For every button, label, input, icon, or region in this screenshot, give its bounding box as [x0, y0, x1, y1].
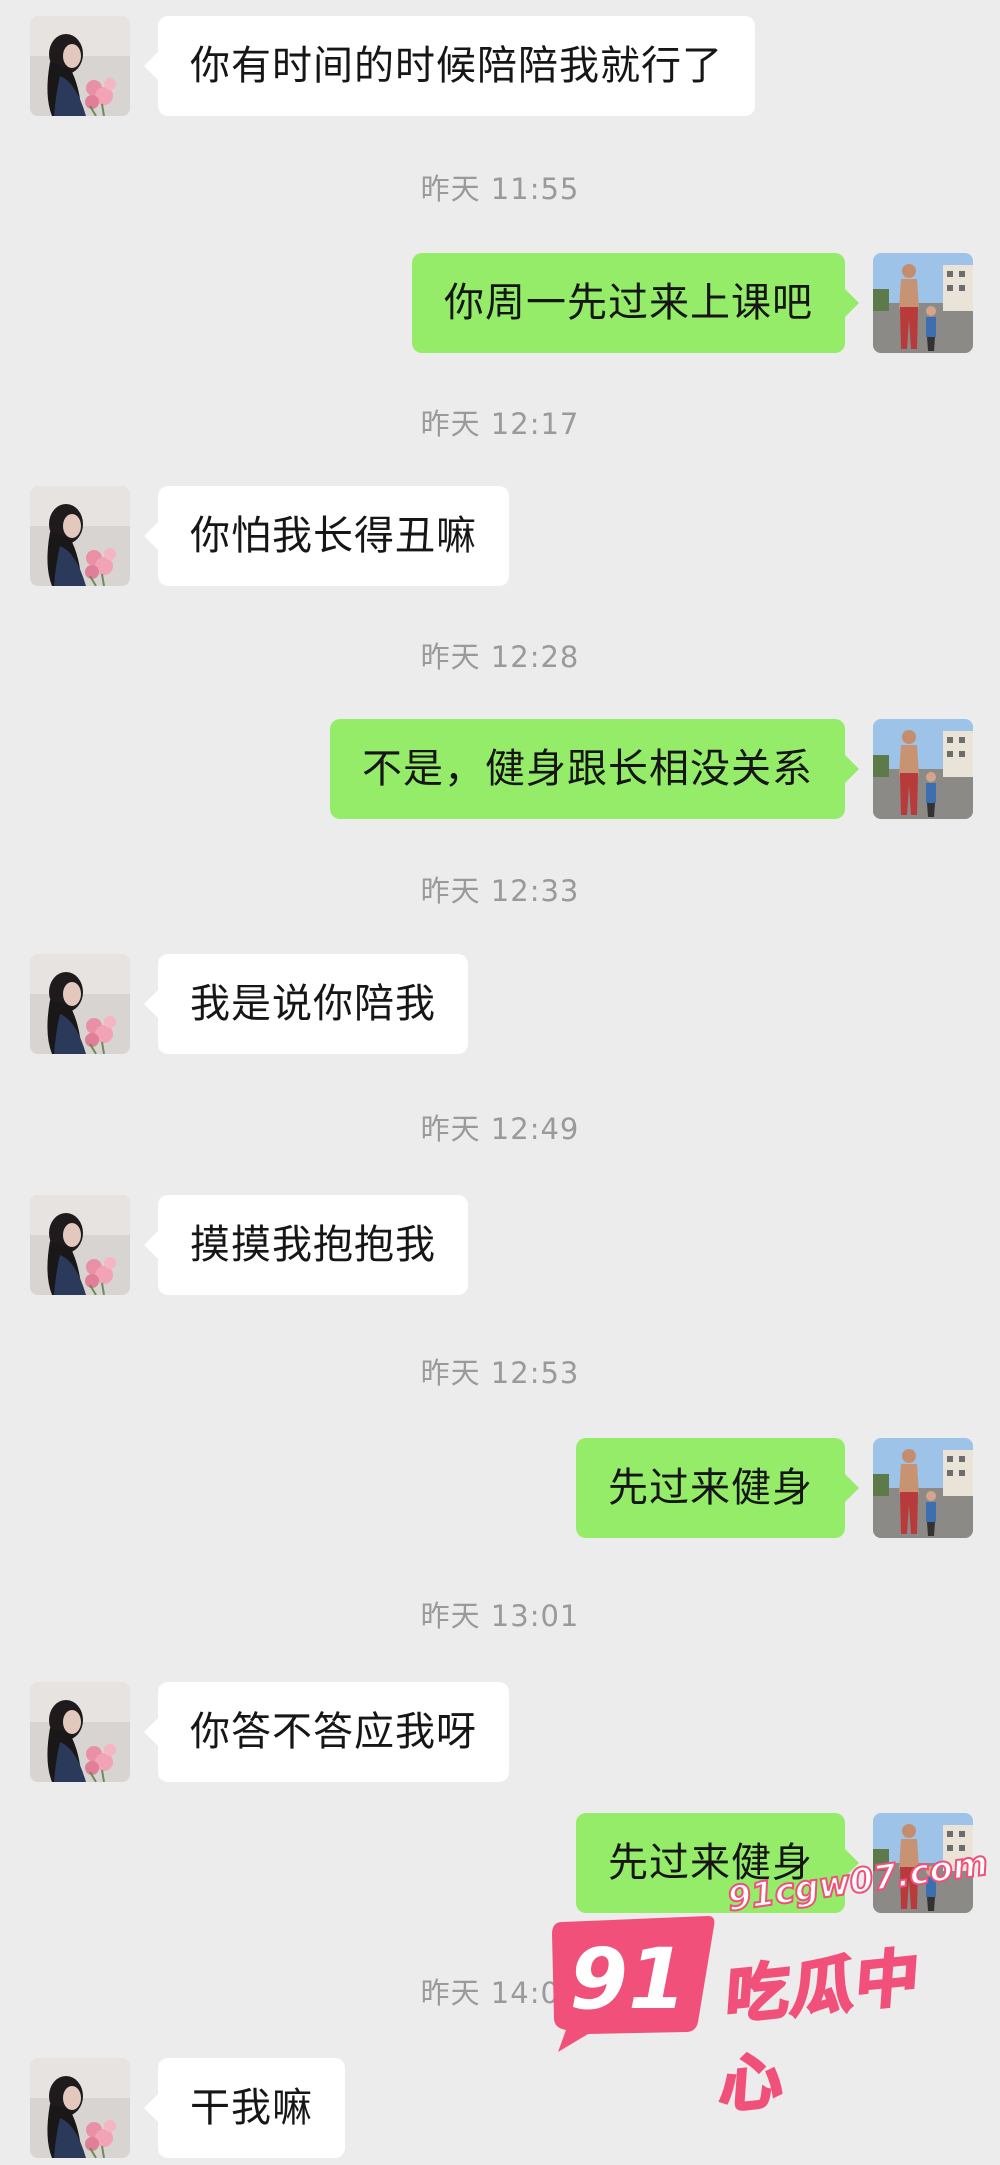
timestamp: 昨天 12:33: [420, 874, 580, 908]
self-avatar[interactable]: [873, 253, 973, 353]
sent-message-bubble[interactable]: 不是，健身跟长相没关系: [330, 719, 859, 819]
man-street-photo-avatar-icon: [873, 1438, 973, 1538]
chat-conversation[interactable]: 你有时间的时候陪陪我就行了 昨天 11:55 你周一先过来上课吧 昨天 12:1…: [0, 0, 1000, 2165]
received-message-bubble[interactable]: 我是说你陪我: [144, 954, 468, 1054]
girl-with-flowers-avatar-icon: [30, 1682, 130, 1782]
girl-with-flowers-avatar-icon: [30, 2058, 130, 2158]
watermark-logo: 91 91cgw07.com 吃瓜中心: [540, 1842, 991, 2124]
contact-avatar[interactable]: [30, 1682, 130, 1782]
contact-avatar[interactable]: [30, 2058, 130, 2158]
sent-message-bubble[interactable]: 先过来健身: [576, 1438, 859, 1538]
contact-avatar[interactable]: [30, 1195, 130, 1295]
contact-avatar[interactable]: [30, 486, 130, 586]
timestamp: 昨天 12:28: [420, 640, 580, 674]
timestamp: 昨天 12:17: [420, 407, 580, 441]
contact-avatar[interactable]: [30, 954, 130, 1054]
girl-with-flowers-avatar-icon: [30, 1195, 130, 1295]
received-message-bubble[interactable]: 干我嘛: [144, 2058, 345, 2158]
watermark-number: 91: [569, 1930, 687, 2028]
timestamp: 昨天 12:53: [420, 1356, 580, 1390]
received-message-bubble[interactable]: 摸摸我抱抱我: [144, 1195, 468, 1295]
timestamp: 昨天 13:01: [420, 1599, 580, 1633]
received-message-bubble[interactable]: 你答不答应我呀: [144, 1682, 509, 1782]
timestamp: 昨天 11:55: [420, 172, 580, 206]
contact-avatar[interactable]: [30, 16, 130, 116]
man-street-photo-avatar-icon: [873, 253, 973, 353]
watermark-name: 吃瓜中心: [716, 1938, 925, 2123]
girl-with-flowers-avatar-icon: [30, 16, 130, 116]
received-message-bubble[interactable]: 你怕我长得丑嘛: [144, 486, 509, 586]
sent-message-bubble[interactable]: 你周一先过来上课吧: [412, 253, 859, 353]
timestamp: 昨天 12:49: [420, 1112, 580, 1146]
girl-with-flowers-avatar-icon: [30, 954, 130, 1054]
girl-with-flowers-avatar-icon: [30, 486, 130, 586]
self-avatar[interactable]: [873, 1438, 973, 1538]
self-avatar[interactable]: [873, 719, 973, 819]
received-message-bubble[interactable]: 你有时间的时候陪陪我就行了: [144, 16, 755, 116]
man-street-photo-avatar-icon: [873, 719, 973, 819]
